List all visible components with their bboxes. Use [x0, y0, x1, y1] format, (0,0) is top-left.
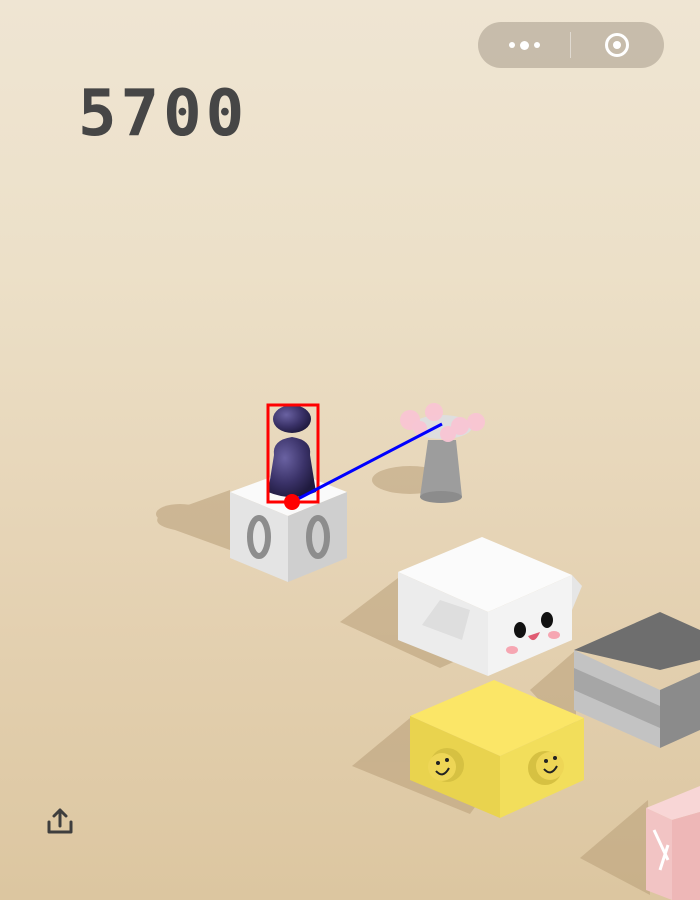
- share-upload-icon[interactable]: [44, 806, 76, 838]
- game-scene[interactable]: [0, 0, 700, 900]
- jump-origin-dot: [284, 494, 300, 510]
- player-piece: [268, 405, 316, 497]
- pink-box: [646, 786, 700, 900]
- gray-striped-box: [574, 612, 700, 748]
